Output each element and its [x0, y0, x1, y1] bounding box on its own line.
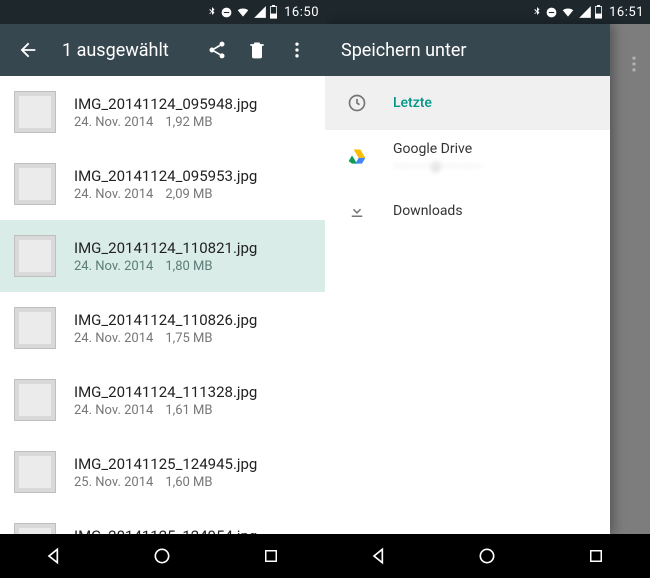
status-bar: 16:50 — [0, 0, 325, 24]
signal-icon — [253, 5, 267, 19]
status-time: 16:51 — [609, 5, 644, 20]
file-item[interactable]: IMG_20141124_095948.jpg 24. Nov. 20141,92… — [0, 76, 325, 148]
bluetooth-icon — [531, 5, 543, 19]
google-drive-icon — [343, 143, 371, 171]
battery-icon — [269, 5, 278, 19]
drawer-title: Speichern unter — [341, 40, 467, 61]
clock-icon — [343, 89, 371, 117]
thumbnail-icon — [14, 379, 56, 421]
dnd-icon — [545, 6, 558, 19]
file-item[interactable]: IMG_20141124_095953.jpg 24. Nov. 20142,09… — [0, 148, 325, 220]
wifi-icon — [560, 5, 576, 19]
drawer-item-label: Downloads — [393, 203, 463, 219]
nav-recents-button[interactable] — [241, 534, 301, 578]
thumbnail-icon — [14, 235, 56, 277]
nav-bar — [0, 534, 325, 578]
delete-button[interactable] — [237, 30, 277, 70]
phone-right: 16:51 Speichern unter Letzte Google Dri — [325, 0, 650, 578]
thumbnail-icon — [14, 91, 56, 133]
nav-home-button[interactable] — [132, 534, 192, 578]
status-bar: 16:51 — [325, 0, 650, 24]
save-as-drawer: Speichern unter Letzte Google Drive ····… — [325, 24, 610, 534]
file-name: IMG_20141124_110826.jpg — [74, 311, 257, 329]
phone-left: 16:50 1 ausgewählt IMG_20141124_095948.j… — [0, 0, 325, 578]
file-meta: 24. Nov. 20141,92 MB — [74, 115, 257, 130]
nav-back-button[interactable] — [24, 534, 84, 578]
nav-recents-button[interactable] — [566, 534, 626, 578]
drawer-item-label: Google Drive — [393, 141, 482, 157]
file-name: IMG_20141125_124954.jpg — [74, 527, 257, 535]
drawer-item-google-drive[interactable]: Google Drive ············@············· — [325, 130, 610, 184]
overflow-button[interactable] — [624, 54, 644, 78]
file-name: IMG_20141125_124945.jpg — [74, 455, 257, 473]
thumbnail-icon — [14, 163, 56, 205]
dnd-icon — [220, 6, 233, 19]
drawer-header: Speichern unter — [325, 24, 610, 76]
wifi-icon — [235, 5, 251, 19]
file-item[interactable]: IMG_20141124_110821.jpg 24. Nov. 20141,80… — [0, 220, 325, 292]
thumbnail-icon — [14, 451, 56, 493]
phone-body: Speichern unter Letzte Google Drive ····… — [325, 24, 650, 534]
app-bar: 1 ausgewählt — [0, 24, 325, 76]
file-meta: 24. Nov. 20142,09 MB — [74, 187, 257, 202]
overflow-button[interactable] — [277, 30, 317, 70]
file-meta: 24. Nov. 20141,80 MB — [74, 259, 257, 274]
file-item[interactable]: IMG_20141125_124945.jpg 25. Nov. 20141,60… — [0, 436, 325, 508]
drawer-item-recent[interactable]: Letzte — [325, 76, 610, 130]
file-item[interactable]: IMG_20141125_124954.jpg25. Nov. 20141,60… — [0, 508, 325, 534]
file-meta: 24. Nov. 20141,75 MB — [74, 331, 257, 346]
file-list[interactable]: IMG_20141124_095948.jpg 24. Nov. 20141,92… — [0, 76, 325, 534]
file-name: IMG_20141124_110821.jpg — [74, 239, 257, 257]
file-item[interactable]: IMG_20141124_110826.jpg 24. Nov. 20141,75… — [0, 292, 325, 364]
drawer-item-sublabel: ············@············· — [393, 159, 482, 173]
drawer-item-label: Letzte — [393, 95, 432, 111]
battery-icon — [594, 5, 603, 19]
download-icon — [343, 197, 371, 225]
signal-icon — [578, 5, 592, 19]
nav-home-button[interactable] — [457, 534, 517, 578]
bluetooth-icon — [206, 5, 218, 19]
drawer-item-downloads[interactable]: Downloads — [325, 184, 610, 238]
nav-back-button[interactable] — [349, 534, 409, 578]
file-name: IMG_20141124_095948.jpg — [74, 95, 257, 113]
file-meta: 25. Nov. 20141,60 MB — [74, 475, 257, 490]
file-meta: 24. Nov. 20141,61 MB — [74, 403, 257, 418]
app-bar-title: 1 ausgewählt — [62, 40, 197, 61]
share-button[interactable] — [197, 30, 237, 70]
nav-bar — [325, 534, 650, 578]
file-name: IMG_20141124_095953.jpg — [74, 167, 257, 185]
thumbnail-icon — [14, 523, 56, 534]
status-time: 16:50 — [284, 5, 319, 20]
back-button[interactable] — [8, 30, 48, 70]
file-item[interactable]: IMG_20141124_111328.jpg 24. Nov. 20141,61… — [0, 364, 325, 436]
thumbnail-icon — [14, 307, 56, 349]
file-name: IMG_20141124_111328.jpg — [74, 383, 257, 401]
